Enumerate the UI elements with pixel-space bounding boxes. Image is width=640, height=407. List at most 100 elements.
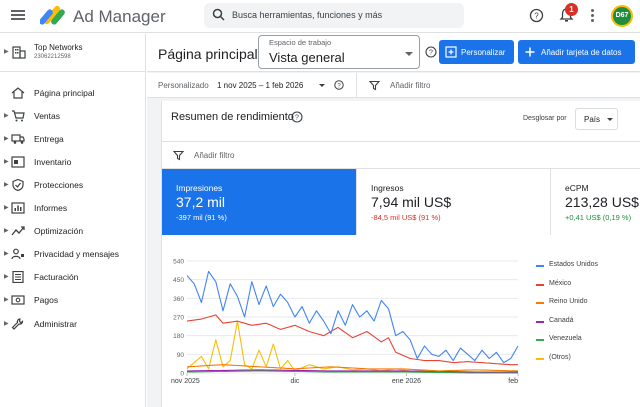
sidebar-item-sales[interactable]: ▶ Ventas: [0, 105, 146, 127]
more-options-icon[interactable]: [588, 8, 596, 24]
app-title: Ad Manager: [73, 7, 166, 26]
sidebar-item-billing[interactable]: ▶ Facturación: [0, 266, 146, 288]
metric-delta: -397 mil (91 %): [176, 213, 227, 222]
page-header: Página principal Espacio de trabajo Vist…: [147, 34, 640, 72]
building-icon: [12, 46, 26, 59]
metric-tile-revenue[interactable]: Ingresos 7,94 mil US$ -84,5 mil US$ (91 …: [357, 169, 551, 235]
sidebar-item-privacy[interactable]: ▶ Privacidad y mensajes: [0, 243, 146, 265]
main-menu-button[interactable]: [10, 8, 26, 24]
sidebar-item-label: Facturación: [34, 272, 79, 282]
bar-chart-icon: [11, 202, 25, 214]
search-icon: [212, 8, 225, 21]
sidebar-item-label: Ventas: [34, 111, 60, 121]
search-box[interactable]: Busca herramientas, funciones y más: [204, 3, 464, 28]
sidebar-item-protections[interactable]: ▶ Protecciones: [0, 174, 146, 196]
date-preset[interactable]: Personalizado: [158, 81, 209, 90]
legend-label: Canadá: [549, 316, 574, 324]
svg-text:?: ?: [429, 50, 433, 57]
sidebar-item-label: Pagos: [34, 295, 59, 305]
expand-arrow-icon: ▶: [4, 205, 9, 211]
card-title: Resumen de rendimiento: [171, 111, 294, 123]
breakdown-value: País: [584, 115, 601, 124]
cart-icon: [12, 110, 25, 122]
sidebar-item-label: Protecciones: [34, 180, 84, 190]
y-tick-label: 90: [177, 352, 185, 359]
performance-summary-card: Resumen de rendimiento ? Desglosar por P…: [161, 101, 640, 407]
legend-swatch: [536, 302, 544, 304]
privacy-icon: [11, 248, 24, 260]
metric-name: Impresiones: [176, 183, 223, 193]
breakdown-label: Desglosar por: [523, 115, 567, 122]
sidebar-item-label: Entrega: [34, 134, 64, 144]
network-id: 23062212598: [34, 54, 71, 60]
legend-label: (Otros): [549, 353, 571, 361]
help-icon[interactable]: ?: [425, 46, 437, 58]
x-tick-label: nov 2025: [171, 378, 200, 385]
legend-swatch: [536, 283, 544, 286]
sidebar-item-label: Administrar: [34, 319, 77, 329]
workspace-select[interactable]: Espacio de trabajo Vista general: [258, 35, 420, 69]
metric-name: eCPM: [565, 183, 589, 193]
sidebar-item-payments[interactable]: ▶ Pagos: [0, 289, 146, 311]
help-icon[interactable]: ?: [291, 111, 303, 123]
metric-tile-ecpm[interactable]: eCPM 213,28 US$ +0,41 US$ (0,19 %): [551, 169, 640, 235]
sidebar-item-optimization[interactable]: ▶ Optimización: [0, 220, 146, 242]
expand-arrow-icon: ▶: [4, 297, 9, 303]
add-filter-link[interactable]: Añadir filtro: [390, 81, 430, 90]
metric-value: 37,2 mil: [176, 194, 226, 210]
svg-text:?: ?: [295, 115, 299, 122]
help-icon[interactable]: ?: [529, 8, 544, 23]
filter-icon[interactable]: [369, 80, 380, 91]
main-content: Página principal Espacio de trabajo Vist…: [147, 34, 640, 407]
legend-swatch: [536, 265, 544, 267]
legend-label: México: [549, 279, 572, 287]
help-icon[interactable]: ?: [334, 80, 344, 90]
sidebar-item-label: Página principal: [34, 88, 95, 98]
page-title: Página principal: [158, 46, 258, 62]
legend-swatch: [536, 357, 544, 360]
metric-tile-impressions[interactable]: Impresiones 37,2 mil -397 mil (91 %): [162, 169, 357, 235]
sidebar-item-label: Informes: [34, 203, 68, 213]
sidebar-item-inventory[interactable]: ▶ Inventario: [0, 151, 146, 173]
search-placeholder: Busca herramientas, funciones y más: [232, 10, 383, 20]
chevron-down-icon[interactable]: [319, 84, 325, 87]
divider: [356, 73, 357, 98]
sidebar-item-home[interactable]: Página principal: [0, 82, 146, 104]
date-range[interactable]: 1 nov 2025 – 1 feb 2026: [217, 81, 303, 90]
breakdown-select[interactable]: País: [575, 108, 618, 130]
expand-arrow-icon: ▶: [4, 182, 9, 188]
filter-icon[interactable]: [173, 150, 184, 161]
add-data-card-label: Añadir tarjeta de datos: [541, 48, 622, 57]
sidebar-item-delivery[interactable]: ▶ Entrega: [0, 128, 146, 150]
legend-label: Venezuela: [549, 335, 582, 342]
legend-label: Estados Unidos: [549, 261, 599, 268]
metric-value: 213,28 US$: [565, 194, 639, 210]
network-selector[interactable]: ▶ Top Networks 23062212598: [0, 34, 146, 72]
chevron-down-icon: [405, 52, 413, 56]
home-icon: [11, 87, 25, 99]
top-bar: Ad Manager Busca herramientas, funciones…: [0, 0, 640, 33]
workspace-value: Vista general: [269, 50, 345, 65]
network-name: Top Networks: [34, 43, 83, 52]
sidebar-item-admin[interactable]: ▶ Administrar: [0, 313, 146, 335]
expand-arrow-icon: ▶: [4, 251, 9, 257]
wrench-icon: [11, 318, 24, 330]
customize-icon: [445, 46, 457, 58]
add-data-card-button[interactable]: Añadir tarjeta de datos: [518, 40, 635, 64]
x-tick-label: dic: [290, 378, 299, 385]
date-filter-bar: Personalizado 1 nov 2025 – 1 feb 2026 ? …: [147, 73, 640, 98]
metric-delta: +0,41 US$ (0,19 %): [565, 213, 632, 222]
user-avatar[interactable]: D67: [611, 5, 633, 27]
x-tick-label: ene 2026: [392, 378, 421, 385]
notification-badge: 1: [565, 3, 578, 16]
y-tick-label: 450: [173, 277, 184, 284]
workspace-label: Espacio de trabajo: [269, 38, 332, 47]
trend-icon: [11, 226, 25, 236]
sidebar-item-reports[interactable]: ▶ Informes: [0, 197, 146, 219]
y-tick-label: 270: [173, 315, 184, 322]
billing-icon: [12, 271, 24, 283]
expand-arrow-icon: ▶: [4, 113, 9, 119]
personalize-button[interactable]: Personalizar: [439, 40, 514, 64]
add-filter-link[interactable]: Añadir filtro: [194, 151, 234, 160]
sidebar: ▶ Top Networks 23062212598 Página princi…: [0, 34, 146, 407]
